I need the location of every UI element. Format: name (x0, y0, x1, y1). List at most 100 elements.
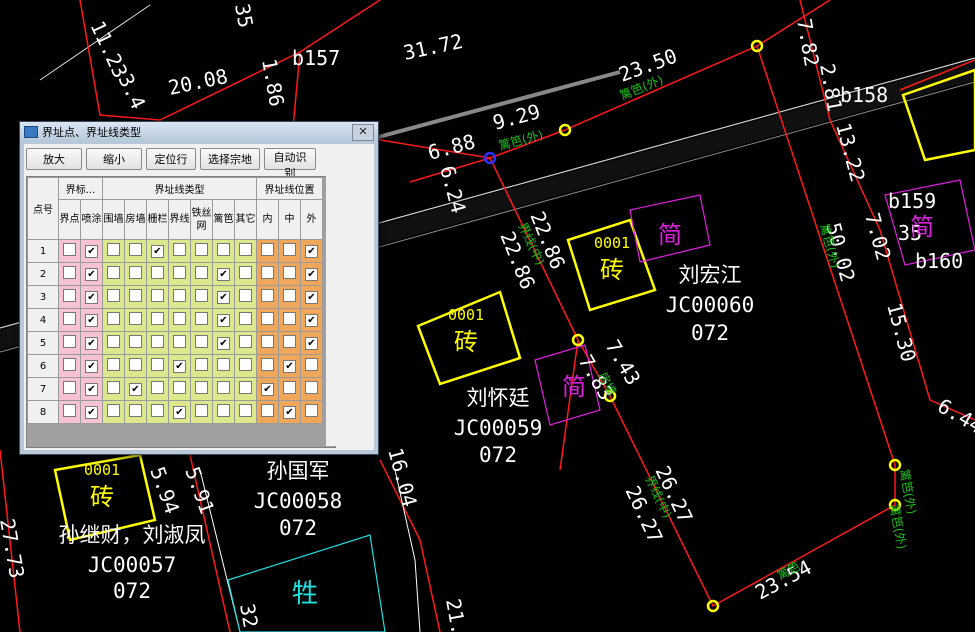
checkbox[interactable]: ✔ (217, 290, 230, 304)
checkbox[interactable] (63, 335, 76, 348)
checkbox[interactable] (283, 335, 296, 348)
checkbox[interactable] (239, 312, 252, 325)
checkbox[interactable] (195, 312, 208, 325)
checkbox[interactable]: ✔ (85, 336, 98, 350)
checkbox[interactable] (173, 312, 186, 325)
row-number[interactable]: 1 (27, 239, 59, 263)
checkbox[interactable] (261, 266, 274, 279)
row-number[interactable]: 3 (27, 285, 59, 309)
checkbox[interactable] (63, 312, 76, 325)
checkbox[interactable]: ✔ (261, 382, 274, 396)
checkbox[interactable] (195, 243, 208, 256)
checkbox[interactable] (217, 381, 230, 394)
checkbox[interactable] (151, 335, 164, 348)
boundary-grid[interactable]: 点号 界标... 界址线类型 界址线位置 界点 喷涂 围墙 房墙 栅栏 界线 铁丝网 篱笆 其它内中外 1… (26, 176, 336, 448)
col-header[interactable]: 铁丝网 (190, 199, 213, 240)
col-header[interactable]: 篱笆 (212, 199, 235, 240)
checkbox[interactable] (129, 266, 142, 279)
checkbox[interactable] (261, 289, 274, 302)
checkbox[interactable] (195, 404, 208, 417)
table-row[interactable]: 3 ✔ ✔ ✔ (27, 285, 323, 309)
checkbox[interactable] (217, 404, 230, 417)
checkbox[interactable] (151, 312, 164, 325)
checkbox[interactable]: ✔ (85, 359, 98, 373)
checkbox[interactable] (129, 404, 142, 417)
checkbox[interactable]: ✔ (305, 267, 318, 281)
checkbox[interactable] (239, 358, 252, 371)
checkbox[interactable] (107, 312, 120, 325)
checkbox[interactable] (129, 358, 142, 371)
table-row[interactable]: 6 ✔ ✔ ✔ (27, 354, 323, 378)
checkbox[interactable] (305, 358, 318, 371)
checkbox[interactable] (173, 243, 186, 256)
checkbox[interactable]: ✔ (305, 336, 318, 350)
checkbox[interactable] (107, 381, 120, 394)
table-row[interactable]: 1 ✔ ✔ ✔ (27, 239, 323, 263)
checkbox[interactable] (63, 289, 76, 302)
checkbox[interactable] (261, 404, 274, 417)
col-header[interactable]: 中 (278, 199, 301, 240)
checkbox[interactable] (283, 243, 296, 256)
checkbox[interactable] (151, 358, 164, 371)
checkbox[interactable] (305, 404, 318, 417)
checkbox[interactable] (63, 358, 76, 371)
checkbox[interactable]: ✔ (85, 405, 98, 419)
checkbox[interactable] (107, 404, 120, 417)
checkbox[interactable] (305, 381, 318, 394)
checkbox[interactable] (173, 381, 186, 394)
table-row[interactable]: 2 ✔ ✔ ✔ (27, 262, 323, 286)
checkbox[interactable] (239, 243, 252, 256)
checkbox[interactable] (151, 381, 164, 394)
col-header[interactable]: 界线 (168, 199, 191, 240)
checkbox[interactable] (107, 335, 120, 348)
checkbox[interactable] (217, 243, 230, 256)
col-header[interactable]: 房墙 (124, 199, 147, 240)
col-header[interactable]: 其它 (234, 199, 257, 240)
table-row[interactable]: 7 ✔ ✔ ✔ (27, 377, 323, 401)
checkbox[interactable] (283, 289, 296, 302)
checkbox[interactable] (63, 381, 76, 394)
auto-identify-button[interactable]: 自动识别 (264, 148, 316, 180)
checkbox[interactable]: ✔ (305, 244, 318, 258)
row-number[interactable]: 4 (27, 308, 59, 332)
checkbox[interactable]: ✔ (283, 359, 296, 373)
checkbox[interactable] (173, 289, 186, 302)
close-icon[interactable]: ✕ (352, 123, 374, 141)
checkbox[interactable]: ✔ (217, 336, 230, 350)
col-header[interactable]: 喷涂 (80, 199, 103, 240)
checkbox[interactable] (129, 243, 142, 256)
checkbox[interactable] (173, 266, 186, 279)
checkbox[interactable] (195, 335, 208, 348)
checkbox[interactable]: ✔ (85, 313, 98, 327)
checkbox[interactable] (129, 335, 142, 348)
checkbox[interactable] (63, 404, 76, 417)
table-row[interactable]: 4 ✔ ✔ ✔ (27, 308, 323, 332)
checkbox[interactable] (151, 404, 164, 417)
checkbox[interactable] (283, 381, 296, 394)
row-number[interactable]: 7 (27, 377, 59, 401)
locate-row-button[interactable]: 定位行 (146, 148, 196, 170)
table-row[interactable]: 8 ✔ ✔ ✔ (27, 400, 323, 424)
zoom-out-button[interactable]: 缩小 (86, 148, 142, 170)
checkbox[interactable] (129, 312, 142, 325)
checkbox[interactable]: ✔ (85, 290, 98, 304)
checkbox[interactable]: ✔ (85, 382, 98, 396)
checkbox[interactable] (129, 289, 142, 302)
row-number[interactable]: 6 (27, 354, 59, 378)
dialog-titlebar[interactable]: 界址点、界址线类型 ✕ (20, 122, 378, 142)
select-parcel-button[interactable]: 选择宗地 (200, 148, 260, 170)
row-number[interactable]: 5 (27, 331, 59, 355)
checkbox[interactable] (239, 404, 252, 417)
checkbox[interactable] (239, 335, 252, 348)
checkbox[interactable]: ✔ (173, 405, 186, 419)
boundary-type-dialog[interactable]: 界址点、界址线类型 ✕ 放大 缩小 定位行 选择宗地 自动识别 点号 界标... 界… (19, 121, 379, 455)
table-row[interactable]: 5 ✔ ✔ ✔ (27, 331, 323, 355)
checkbox[interactable] (195, 381, 208, 394)
checkbox[interactable] (239, 289, 252, 302)
checkbox[interactable] (261, 358, 274, 371)
checkbox[interactable]: ✔ (217, 267, 230, 281)
checkbox[interactable] (261, 243, 274, 256)
checkbox[interactable] (107, 358, 120, 371)
checkbox[interactable] (107, 243, 120, 256)
checkbox[interactable]: ✔ (129, 382, 142, 396)
